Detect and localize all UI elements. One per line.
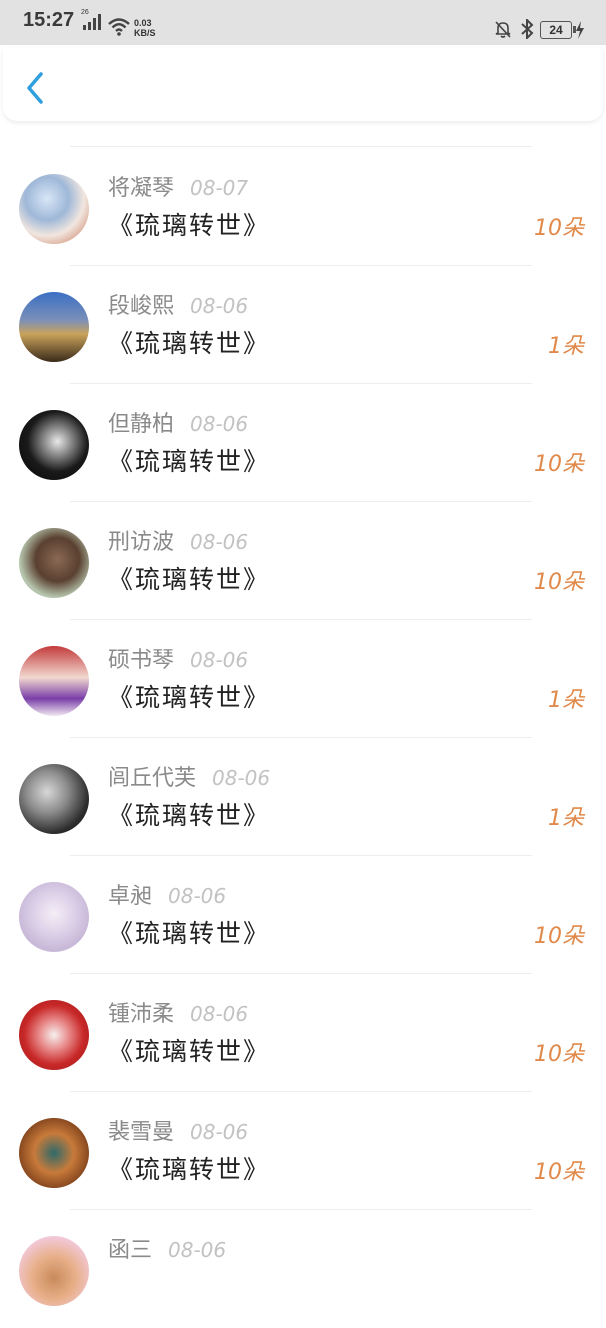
user-name-row: 段峻熙 08-06 [108,288,248,320]
gift-name: 《琉璃转世》 [108,683,271,712]
avatar[interactable] [19,292,89,362]
gift-count: 10朵 [534,216,584,241]
list-item[interactable]: 裴雪曼 08-06 《琉璃转世》 10朵 [0,1092,606,1210]
user-name-row: 硕书琴 08-06 [108,642,248,674]
user-name: 但静柏 [108,412,175,437]
divider [70,146,532,147]
user-name: 卓昶 [108,884,153,909]
date: 08-06 [168,1238,227,1262]
network-speed: 0.03 KB/S [134,18,156,38]
date: 08-06 [190,412,249,436]
user-name-row: 卓昶 08-06 [108,878,226,910]
date: 08-06 [212,766,271,790]
nav-bar [3,48,603,121]
gift-count: 1朵 [548,334,584,359]
signal-icon [83,14,101,30]
user-name-row: 锺沛柔 08-06 [108,996,248,1028]
user-name: 函三 [108,1238,153,1263]
user-name: 段峻熙 [108,294,175,319]
gift-name: 《琉璃转世》 [108,329,271,358]
list-item[interactable]: 将凝琴 08-07 《琉璃转世》 10朵 [0,148,606,266]
avatar[interactable] [19,1236,89,1306]
user-name: 锺沛柔 [108,1002,175,1027]
list-item[interactable]: 闾丘代芙 08-06 《琉璃转世》 1朵 [0,738,606,856]
bluetooth-icon [521,19,534,39]
avatar[interactable] [19,1118,89,1188]
avatar[interactable] [19,764,89,834]
gift-count: 10朵 [534,452,584,477]
gift-count: 10朵 [534,1042,584,1067]
list-item[interactable]: 函三 08-06 [0,1210,606,1328]
bell-muted-icon [495,21,511,38]
avatar[interactable] [19,174,89,244]
gift-name: 《琉璃转世》 [108,565,271,594]
user-name-row: 函三 08-06 [108,1232,226,1264]
user-name: 闾丘代芙 [108,766,197,791]
list-item[interactable]: 刑访波 08-06 《琉璃转世》 10朵 [0,502,606,620]
user-name-row: 但静柏 08-06 [108,406,248,438]
user-name: 硕书琴 [108,648,175,673]
user-name-row: 闾丘代芙 08-06 [108,760,270,792]
speed-value: 0.03 [134,18,152,28]
status-bar: 15:27 26 0.03 KB/S 24 [0,0,606,45]
user-name-row: 裴雪曼 08-06 [108,1114,248,1146]
gift-name: 《琉璃转世》 [108,801,271,830]
avatar[interactable] [19,410,89,480]
gift-count: 10朵 [534,570,584,595]
avatar[interactable] [19,528,89,598]
gift-name: 《琉璃转世》 [108,1037,271,1066]
gift-count: 10朵 [534,1160,584,1185]
date: 08-06 [190,1120,249,1144]
gift-name: 《琉璃转世》 [108,211,271,240]
date: 08-06 [190,294,249,318]
list-item[interactable]: 段峻熙 08-06 《琉璃转世》 1朵 [0,266,606,384]
date: 08-06 [168,884,227,908]
gift-name: 《琉璃转世》 [108,447,271,476]
avatar[interactable] [19,1000,89,1070]
user-name: 将凝琴 [108,176,175,201]
gift-name: 《琉璃转世》 [108,1155,271,1184]
list-item[interactable]: 锺沛柔 08-06 《琉璃转世》 10朵 [0,974,606,1092]
user-name-row: 将凝琴 08-07 [108,170,248,202]
list-item[interactable]: 卓昶 08-06 《琉璃转世》 10朵 [0,856,606,974]
date: 08-06 [190,648,249,672]
battery-indicator: 24 [540,21,572,39]
gift-count: 1朵 [548,806,584,831]
avatar[interactable] [19,882,89,952]
date: 08-06 [190,530,249,554]
chevron-left-icon [27,72,43,104]
user-name: 刑访波 [108,530,175,555]
speed-unit: KB/S [134,28,156,38]
back-button[interactable] [21,70,51,106]
list-item[interactable]: 但静柏 08-06 《琉璃转世》 10朵 [0,384,606,502]
charging-icon [576,21,584,39]
wifi-icon [108,18,130,36]
user-name: 裴雪曼 [108,1120,175,1145]
gift-name: 《琉璃转世》 [108,919,271,948]
date: 08-07 [190,176,249,200]
status-time: 15:27 [23,9,75,31]
date: 08-06 [190,1002,249,1026]
list-item[interactable]: 硕书琴 08-06 《琉璃转世》 1朵 [0,620,606,738]
avatar[interactable] [19,646,89,716]
gift-count: 1朵 [548,688,584,713]
user-name-row: 刑访波 08-06 [108,524,248,556]
gift-count: 10朵 [534,924,584,949]
